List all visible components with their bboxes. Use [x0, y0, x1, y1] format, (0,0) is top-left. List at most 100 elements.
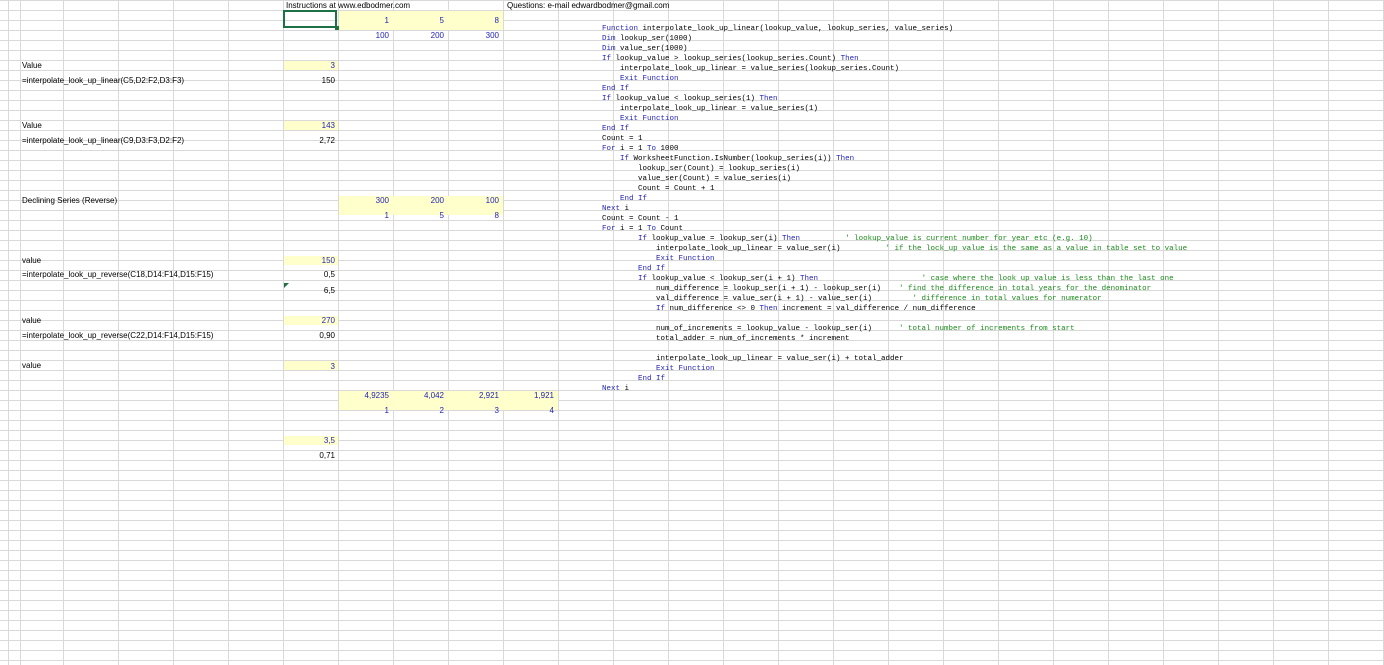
table-cell[interactable]: 300	[447, 31, 499, 41]
label-value[interactable]: Value	[22, 121, 42, 131]
code-line: Count = Count - 1	[602, 214, 1187, 224]
code-token: ' case where the look up value is less t…	[818, 275, 1174, 283]
code-line: If WorksheetFunction.IsNumber(lookup_ser…	[602, 154, 1187, 164]
code-line: Count = 1	[602, 134, 1187, 144]
code-line: Next i	[602, 204, 1187, 214]
code-token: interpolate_look_up_linear = value_serie…	[602, 105, 819, 113]
result-cell[interactable]: 6,5	[283, 286, 335, 296]
code-token: num_difference = lookup_ser(i + 1) - loo…	[602, 285, 882, 293]
code-token: Dim	[602, 35, 621, 43]
column-divider	[20, 0, 21, 665]
code-line: interpolate_look_up_linear = value_serie…	[602, 64, 1187, 74]
label-value[interactable]: value	[22, 316, 41, 326]
table-cell[interactable]: 1,921	[502, 391, 554, 401]
table-cell[interactable]: 3	[447, 406, 499, 416]
code-line: value_ser(Count) = value_series(i)	[602, 174, 1187, 184]
table-cell[interactable]: 4,042	[392, 391, 444, 401]
code-token: Count = 1	[602, 135, 643, 143]
table-cell[interactable]: 1	[337, 211, 389, 221]
code-token: ' find the difference in total years for…	[881, 285, 1152, 293]
code-line: End If	[602, 264, 1187, 274]
code-token: lookup_value < lookup_ser(i + 1)	[651, 275, 801, 283]
code-token: ' if the lock_up value is the same as a …	[840, 245, 1188, 253]
code-line: If lookup_value > lookup_series(lookup_s…	[602, 54, 1187, 64]
code-line: ​	[602, 344, 1187, 354]
code-token: Then	[759, 305, 783, 313]
code-line: Next i	[602, 384, 1187, 394]
table-cell[interactable]: 4	[502, 406, 554, 416]
result-cell[interactable]: 0,71	[283, 451, 335, 461]
code-token: End If	[602, 195, 648, 203]
code-token: val_difference = value_ser(i + 1) - valu…	[602, 295, 873, 303]
formula-text[interactable]: =interpolate_look_up_reverse(C22,D14:F14…	[22, 331, 213, 341]
label-declining-series[interactable]: Declining Series (Reverse)	[22, 196, 117, 206]
input-cell[interactable]: 3,5	[283, 436, 335, 446]
code-token: Then	[782, 235, 801, 243]
label-value[interactable]: value	[22, 361, 41, 371]
code-line: interpolate_look_up_linear = value_ser(i…	[602, 244, 1187, 254]
code-line: total_adder = num_of_increments * increm…	[602, 334, 1187, 344]
code-token: If	[602, 275, 652, 283]
table-cell[interactable]: 100	[337, 31, 389, 41]
error-indicator-icon[interactable]	[284, 283, 289, 288]
table-cell[interactable]: 200	[392, 196, 444, 206]
fill-handle[interactable]	[335, 26, 339, 30]
table-cell[interactable]: 5	[392, 211, 444, 221]
code-line: interpolate_look_up_linear = value_serie…	[602, 104, 1187, 114]
input-cell[interactable]: 150	[283, 256, 335, 266]
table-cell[interactable]: 2	[392, 406, 444, 416]
table-cell[interactable]: 8	[447, 211, 499, 221]
code-token: Next	[602, 385, 625, 393]
code-token: i	[624, 385, 630, 393]
code-line: For i = 1 To Count	[602, 224, 1187, 234]
label-value[interactable]: value	[22, 256, 41, 266]
result-cell[interactable]: 150	[283, 76, 335, 86]
code-line: num_of_increments = lookup_value - looku…	[602, 324, 1187, 334]
code-token: Exit Function	[602, 255, 715, 263]
input-cell[interactable]: 3	[283, 61, 335, 71]
code-token: End If	[602, 265, 666, 273]
code-token: interpolate_look_up_linear(lookup_value,…	[642, 25, 954, 33]
code-line: Count = Count + 1	[602, 184, 1187, 194]
input-cell[interactable]: 270	[283, 316, 335, 326]
table-cell[interactable]: 1	[337, 16, 389, 26]
code-token: i	[624, 205, 630, 213]
code-token: 1000	[660, 145, 679, 153]
code-line: Exit Function	[602, 74, 1187, 84]
code-token: lookup_value = lookup_ser(i)	[651, 235, 783, 243]
code-line: lookup_ser(Count) = lookup_series(i)	[602, 164, 1187, 174]
vba-code-textbox[interactable]: Function interpolate_look_up_linear(look…	[602, 24, 1187, 394]
code-token: Exit Function	[602, 75, 679, 83]
table-cell[interactable]: 1	[337, 406, 389, 416]
table-cell[interactable]: 4,9235	[337, 391, 389, 401]
table-cell[interactable]: 5	[392, 16, 444, 26]
code-token: lookup_ser(Count) = lookup_series(i)	[602, 165, 801, 173]
code-token: To	[647, 225, 661, 233]
input-cell[interactable]: 143	[283, 121, 335, 131]
code-token: For	[602, 225, 621, 233]
code-line: Dim value_ser(1000)	[602, 44, 1187, 54]
input-cell[interactable]: 3	[283, 362, 335, 372]
code-line: If lookup_value < lookup_ser(i + 1) Then…	[602, 274, 1187, 284]
table-cell[interactable]: 8	[447, 16, 499, 26]
result-cell[interactable]: 2,72	[283, 136, 335, 146]
table-cell[interactable]: 300	[337, 196, 389, 206]
active-cell-selection[interactable]	[283, 10, 337, 28]
code-token: increment = val_difference / num_differe…	[782, 305, 976, 313]
table-cell[interactable]: 2,921	[447, 391, 499, 401]
table-cell[interactable]: 200	[392, 31, 444, 41]
code-line: Exit Function	[602, 364, 1187, 374]
table-cell[interactable]: 100	[447, 196, 499, 206]
result-cell[interactable]: 0,90	[283, 331, 335, 341]
label-value[interactable]: Value	[22, 61, 42, 71]
code-token: value_ser(1000)	[620, 45, 688, 53]
code-token: Function	[602, 25, 643, 33]
formula-text[interactable]: =interpolate_look_up_linear(C5,D2:F2,D3:…	[22, 76, 184, 86]
formula-text[interactable]: =interpolate_look_up_linear(C9,D3:F3,D2:…	[22, 136, 184, 146]
code-token: WorksheetFunction.IsNumber(lookup_series…	[633, 155, 837, 163]
code-line: If num_difference <> 0 Then increment = …	[602, 304, 1187, 314]
formula-text[interactable]: =interpolate_look_up_reverse(C18,D14:F14…	[22, 270, 213, 280]
code-token: lookup_ser(1000)	[620, 35, 693, 43]
result-cell[interactable]: 0,5	[283, 270, 335, 280]
code-line: val_difference = value_ser(i + 1) - valu…	[602, 294, 1187, 304]
